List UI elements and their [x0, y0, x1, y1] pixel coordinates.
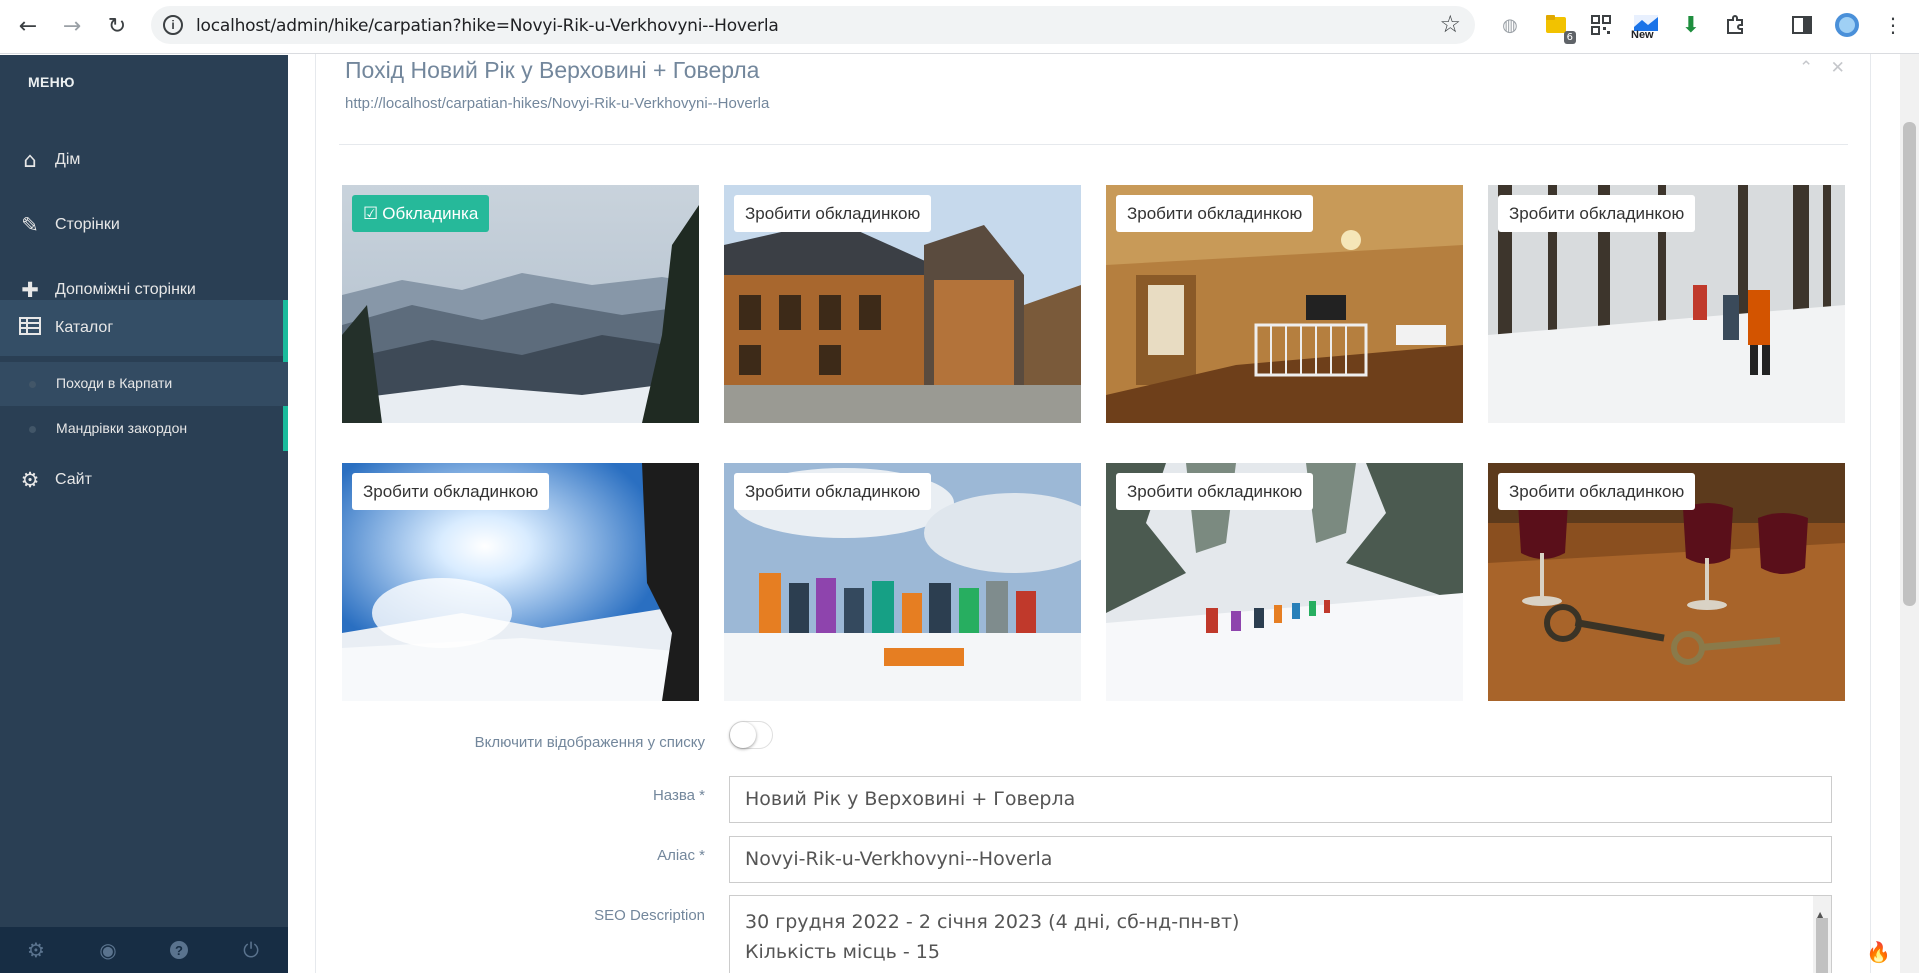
bullet-icon [29, 381, 36, 388]
sidebar-subitem-label: Мандрівки закордон [56, 420, 188, 436]
make-cover-button[interactable]: Зробити обкладинкою [734, 473, 932, 510]
toggle-knob [730, 722, 756, 748]
eye-icon[interactable]: ◉ [93, 937, 123, 963]
browser-menu-icon[interactable]: ⋮ [1880, 12, 1906, 38]
gallery-photo: ☑ Обкладинка [342, 185, 699, 423]
help-icon[interactable]: ? [164, 937, 194, 963]
settings-icon[interactable]: ⚙ [21, 937, 51, 963]
page-scrollbar[interactable] [1900, 54, 1919, 973]
extension-badge: 6 [1563, 31, 1576, 44]
power-icon[interactable]: ⏻ [236, 937, 266, 963]
svg-text:?: ? [175, 943, 183, 958]
back-icon[interactable]: ← [13, 11, 43, 41]
gallery-photo: Зробити обкладинкою [342, 463, 699, 701]
make-cover-button[interactable]: Зробити обкладинкою [1498, 195, 1696, 232]
gallery-photo: Зробити обкладинкою [1488, 463, 1845, 701]
sidebar-subitem-carpathian-hikes[interactable]: Походи в Карпати [0, 362, 288, 406]
make-cover-button[interactable]: Зробити обкладинкою [352, 473, 550, 510]
sidebar-item-label: Каталог [55, 319, 114, 336]
reload-icon[interactable]: ↻ [102, 11, 132, 41]
site-info-icon[interactable]: i [163, 15, 183, 35]
sidebar-item-pages[interactable]: ✎ Сторінки [0, 197, 288, 253]
gallery-photo: Зробити обкладинкою [724, 185, 1081, 423]
page-scrollbar-thumb[interactable] [1903, 122, 1916, 606]
download-arrow-icon[interactable]: ⬇ [1678, 12, 1704, 38]
table-icon [18, 316, 42, 340]
bookmark-star-icon[interactable]: ☆ [1439, 10, 1461, 38]
name-field[interactable]: Новий Рік у Верховині + Говерла [729, 776, 1832, 823]
profile-avatar-icon[interactable] [1834, 12, 1860, 38]
qr-code-icon[interactable] [1588, 12, 1614, 38]
gear-icon: ⚙ [20, 468, 40, 492]
forward-icon[interactable]: → [57, 11, 87, 41]
make-cover-button[interactable]: Зробити обкладинкою [734, 195, 932, 232]
folder-extension-icon[interactable]: 6 [1544, 12, 1576, 44]
page-url: http://localhost/carpatian-hikes/Novyi-R… [345, 95, 770, 112]
sidebar-item-label: Сайт [55, 471, 92, 488]
sidebar-item-site[interactable]: ⚙ Сайт [0, 452, 288, 508]
menu-title: МЕНЮ [28, 74, 75, 90]
checkbox-checked-icon: ☑ [363, 204, 379, 224]
plus-icon: ✚ [21, 278, 39, 302]
seo-description-field[interactable]: 30 грудня 2022 - 2 січня 2023 (4 дні, сб… [729, 895, 1832, 973]
new-extension-label: New [1631, 29, 1654, 41]
make-cover-button[interactable]: Зробити обкладинкою [1498, 473, 1696, 510]
url-text[interactable]: localhost/admin/hike/carpatian?hike=Novy… [196, 16, 779, 36]
edit-icon: ✎ [21, 213, 39, 237]
browser-toolbar: ← → ↻ i localhost/admin/hike/carpatian?h… [0, 0, 1919, 54]
alias-field[interactable]: Novyi-Rik-u-Verkhovyni--Hoverla [729, 836, 1832, 883]
cover-label: Обкладинка [382, 204, 479, 223]
textarea-scrollbar[interactable]: ▲ [1813, 896, 1831, 973]
side-panel-icon[interactable] [1789, 12, 1815, 38]
seo-description-label: SEO Description [594, 907, 705, 924]
name-label: Назва * [652, 787, 705, 804]
gallery-photo: Зробити обкладинкою [1488, 185, 1845, 423]
seo-description-line: 30 грудня 2022 - 2 січня 2023 (4 дні, сб… [745, 911, 1240, 933]
sidebar-subitem-trips-abroad[interactable]: Мандрівки закордон [0, 407, 288, 451]
home-icon: ⌂ [23, 148, 37, 172]
extensions-puzzle-icon[interactable] [1722, 12, 1748, 38]
gallery-photo: Зробити обкладинкою [1106, 185, 1463, 423]
show-in-list-label: Включити відображення у списку [474, 734, 705, 751]
scrollbar-thumb[interactable] [1816, 918, 1828, 973]
seo-description-line: Кількість місць - 15 [745, 941, 940, 963]
close-icon[interactable]: ✕ [1831, 58, 1845, 78]
sidebar: МЕНЮ ⌂ Дім ✎ Сторінки ✚ Допоміжні сторін… [0, 55, 288, 973]
address-bar[interactable]: i localhost/admin/hike/carpatian?hike=No… [151, 6, 1475, 44]
sidebar-item-home[interactable]: ⌂ Дім [0, 132, 288, 188]
sidebar-item-label: Сторінки [55, 216, 120, 233]
collapse-icon[interactable]: ⌃ [1799, 58, 1813, 78]
divider [339, 144, 1848, 145]
make-cover-button[interactable]: Зробити обкладинкою [1116, 473, 1314, 510]
make-cover-button[interactable]: Зробити обкладинкою [1116, 195, 1314, 232]
sidebar-subitem-label: Походи в Карпати [56, 375, 173, 391]
gallery-photo: Зробити обкладинкою [1106, 463, 1463, 701]
flame-icon[interactable]: 🔥 [1866, 940, 1891, 964]
alias-label: Аліас * [657, 847, 705, 864]
sidebar-item-label: Дім [55, 151, 81, 168]
panel-toolbox: ⌃ ✕ [1787, 58, 1845, 78]
cover-badge-button[interactable]: ☑ Обкладинка [352, 195, 490, 232]
globe-extension-icon[interactable]: ◍ [1497, 12, 1523, 38]
bullet-icon [29, 426, 36, 433]
sidebar-item-label: Допоміжні сторінки [55, 281, 196, 298]
gallery-photo: Зробити обкладинкою [724, 463, 1081, 701]
page-title: Похід Новий Рік у Верховині + Говерла [345, 57, 760, 83]
show-in-list-toggle[interactable] [729, 721, 773, 749]
sidebar-item-catalog[interactable]: Каталог [0, 300, 288, 356]
sidebar-footer: ⚙ ◉ ? ⏻ [0, 927, 288, 973]
catalog-submenu: Походи в Карпати Мандрівки закордон [0, 356, 288, 451]
